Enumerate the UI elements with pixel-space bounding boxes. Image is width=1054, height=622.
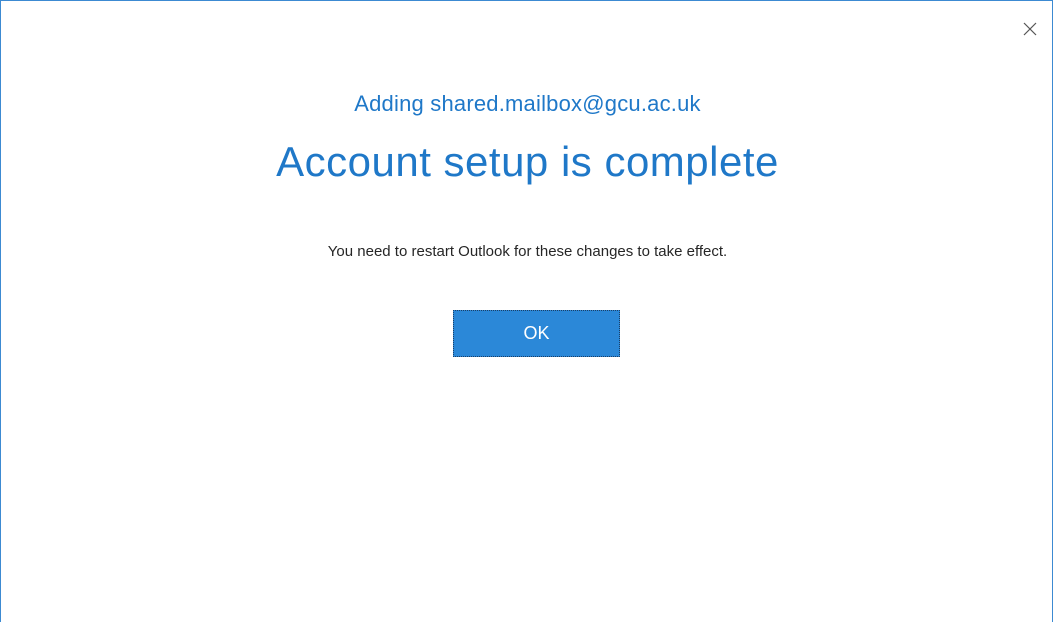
close-button[interactable] [1022,21,1038,37]
restart-message: You need to restart Outlook for these ch… [327,243,728,260]
dialog-subtitle: Adding shared.mailbox@gcu.ac.uk [354,91,701,116]
account-setup-dialog: Adding shared.mailbox@gcu.ac.uk Account … [0,0,1053,622]
close-icon [1023,22,1037,36]
dialog-title: Account setup is complete [276,138,779,185]
ok-button[interactable]: OK [453,310,620,357]
